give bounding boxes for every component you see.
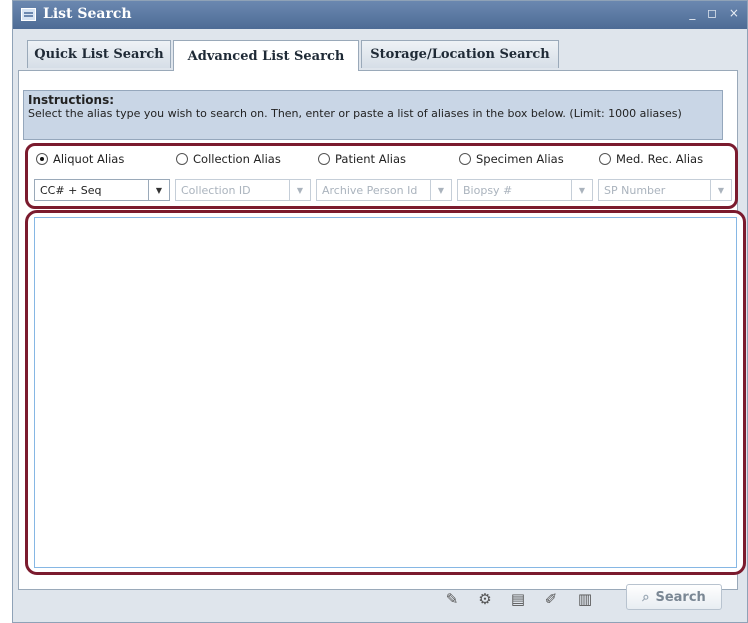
select-value: SP Number [604, 183, 666, 197]
radio-button[interactable] [176, 153, 188, 165]
radio-label: Med. Rec. Alias [616, 152, 704, 166]
footer-toolbar: ✎ ⚙ ▤ ✐ ▥ ⌕ Search [6, 578, 726, 616]
chevron-down-icon: ▼ [710, 180, 731, 200]
select-value: Archive Person Id [322, 183, 418, 197]
radio-label: Aliquot Alias [53, 152, 125, 166]
select-value: Collection ID [181, 183, 251, 197]
pencil-icon[interactable]: ✎ [443, 590, 461, 608]
radio-label: Patient Alias [335, 152, 406, 166]
edit-icon[interactable]: ✐ [542, 590, 560, 608]
window-title: List Search [43, 6, 132, 22]
filter-icon[interactable]: ⚙ [476, 590, 494, 608]
instructions-box: Instructions: Select the alias type you … [23, 90, 723, 140]
radio-med-rec-alias[interactable]: Med. Rec. Alias [599, 152, 703, 166]
collection-alias-select: Collection ID ▼ [175, 179, 311, 201]
radio-specimen-alias[interactable]: Specimen Alias [459, 152, 564, 166]
radio-button[interactable] [459, 153, 471, 165]
alias-list-group [25, 210, 746, 575]
alias-type-group: Aliquot Alias Collection Alias Patient A… [25, 143, 738, 209]
tab-advanced-list-search[interactable]: Advanced List Search [173, 40, 359, 71]
alias-radio-row: Aliquot Alias Collection Alias Patient A… [28, 152, 735, 170]
radio-button[interactable] [599, 153, 611, 165]
radio-patient-alias[interactable]: Patient Alias [318, 152, 406, 166]
tab-quick-list-search[interactable]: Quick List Search [27, 40, 171, 68]
radio-aliquot-alias[interactable]: Aliquot Alias [36, 152, 124, 166]
instructions-heading: Instructions: [28, 93, 115, 107]
chevron-down-icon: ▼ [571, 180, 592, 200]
aliquot-alias-select[interactable]: CC# + Seq ▼ [34, 179, 170, 201]
med-rec-alias-select: SP Number ▼ [598, 179, 732, 201]
tab-bar: Quick List Search Advanced List Search S… [6, 40, 748, 71]
search-button-label: Search [655, 589, 706, 605]
search-icon: ⌕ [642, 589, 650, 605]
chevron-down-icon[interactable]: ▼ [148, 180, 169, 200]
select-value: Biopsy # [463, 183, 513, 197]
search-button[interactable]: ⌕ Search [626, 584, 722, 610]
list-icon[interactable]: ▤ [509, 590, 527, 608]
radio-collection-alias[interactable]: Collection Alias [176, 152, 281, 166]
radio-label: Specimen Alias [476, 152, 564, 166]
radio-button-checked[interactable] [36, 153, 48, 165]
chevron-down-icon: ▼ [289, 180, 310, 200]
title-bar: List Search _ ◻ × [13, 1, 747, 29]
barcode-icon[interactable]: ▥ [576, 590, 594, 608]
tab-storage-location-search[interactable]: Storage/Location Search [361, 40, 559, 68]
alias-list-textarea[interactable] [34, 217, 737, 568]
select-value: CC# + Seq [40, 183, 102, 197]
chevron-down-icon: ▼ [430, 180, 451, 200]
instructions-text: Select the alias type you wish to search… [28, 107, 682, 120]
window-controls[interactable]: _ ◻ × [689, 6, 743, 20]
radio-label: Collection Alias [193, 152, 281, 166]
patient-alias-select: Archive Person Id ▼ [316, 179, 452, 201]
radio-button[interactable] [318, 153, 330, 165]
specimen-alias-select: Biopsy # ▼ [457, 179, 593, 201]
window-icon [21, 8, 36, 21]
